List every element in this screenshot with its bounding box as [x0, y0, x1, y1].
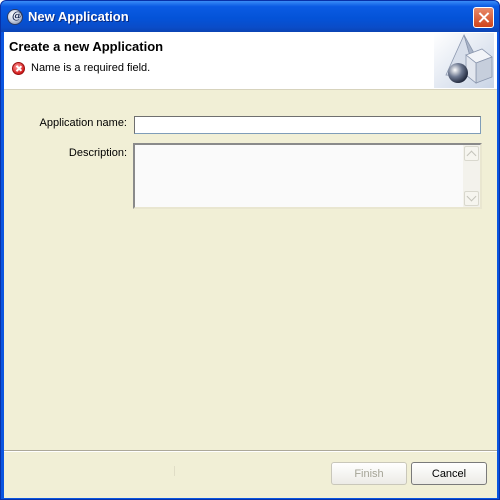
finish-button[interactable]: Finish	[331, 462, 407, 485]
wizard-shapes-graphic	[434, 33, 494, 88]
dialog-window: @ New Application Create a new Applicati…	[0, 0, 500, 500]
button-separator	[4, 450, 497, 452]
app-icon-glyph: @	[12, 11, 22, 22]
error-message: Name is a required field.	[31, 62, 151, 74]
title-bar[interactable]: @ New Application	[1, 1, 499, 32]
dialog-body: Create a new Application Name is a requi…	[4, 32, 497, 498]
cancel-button[interactable]: Cancel	[411, 462, 487, 485]
description-label: Description:	[68, 147, 127, 159]
scroll-down-arrow-icon[interactable]	[464, 191, 479, 206]
application-name-label: Application name:	[39, 117, 127, 129]
description-field[interactable]	[133, 143, 482, 209]
wizard-banner: Create a new Application Name is a requi…	[4, 32, 497, 90]
page-title: Create a new Application	[9, 39, 164, 54]
description-textarea[interactable]	[135, 145, 463, 207]
app-icon[interactable]: @	[7, 9, 23, 25]
scroll-up-arrow-icon[interactable]	[464, 146, 479, 161]
error-icon	[12, 62, 25, 75]
divider-mark	[174, 466, 175, 476]
description-scrollbar[interactable]	[463, 145, 480, 207]
close-button[interactable]	[473, 7, 494, 28]
window-title: New Application	[28, 9, 129, 24]
application-name-input[interactable]	[134, 116, 481, 134]
